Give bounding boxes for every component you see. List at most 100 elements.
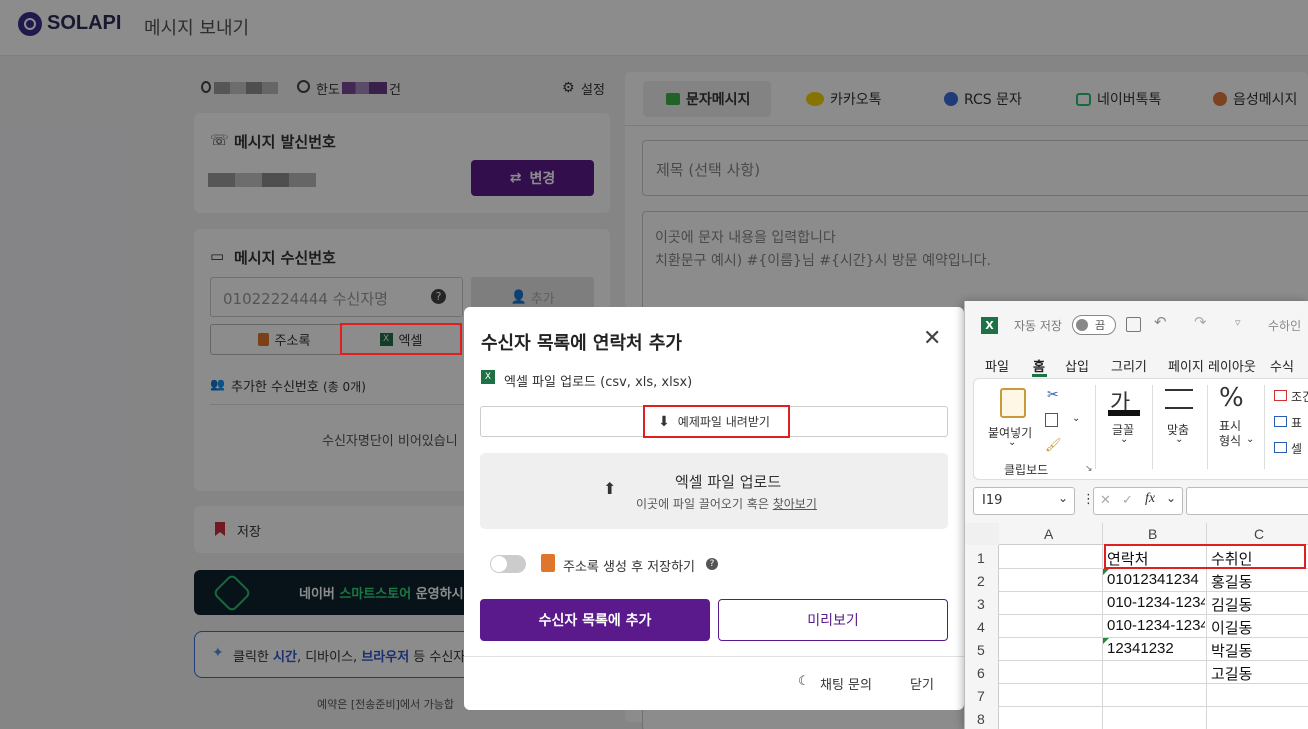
cell-b1[interactable]: 연락처 [1107,548,1203,569]
row-header-8[interactable]: 8 [977,711,985,727]
close-modal-link[interactable]: 닫기 [910,674,934,693]
clipboard-group-label: 클립보드 [1004,463,1049,477]
name-box-value: I19 [982,493,1003,508]
autosave-toggle[interactable]: 끔 [1072,315,1116,335]
undo-icon[interactable]: ↶ [1154,313,1167,331]
ribbon-tab-file[interactable]: 파일 [985,356,1009,375]
close-icon[interactable]: ✕ [923,328,941,350]
formula-buttons: ✕ ✓ fx ⌄ [1093,487,1183,515]
autosave-label: 자동 저장 [1014,319,1062,333]
paste-icon[interactable] [1000,388,1026,418]
excel-file-name: 수하인 [1268,319,1302,333]
moon-icon: ☾ [798,674,810,689]
ribbon-separator-3 [1207,385,1208,469]
cut-icon[interactable]: ✂ [1047,387,1059,403]
grid-line [999,706,1308,707]
ribbon-tab-draw[interactable]: 그리기 [1111,356,1147,375]
preview-button[interactable]: 미리보기 [718,599,948,641]
autosave-state: 끔 [1095,319,1106,332]
upload-hint-prefix: 이곳에 파일 끌어오기 혹은 [636,497,773,511]
format-painter-icon[interactable]: 🖌 [1045,438,1062,453]
spreadsheet-grid[interactable]: A B C 1 2 3 4 5 6 7 8 연락처 수취인 0101234123… [965,523,1308,729]
modal-subtitle: 엑셀 파일 업로드 (csv, xls, xlsx) [504,375,693,390]
select-all-corner[interactable] [965,523,999,545]
conditional-format-label[interactable]: 조건 [1291,388,1308,405]
paste-chevron-icon[interactable]: ⌄ [1008,437,1016,448]
row-header-1[interactable]: 1 [977,550,985,566]
font-chevron-icon[interactable]: ⌄ [1120,434,1128,445]
row-header-5[interactable]: 5 [977,642,985,658]
browse-link[interactable]: 찾아보기 [773,497,817,511]
upload-hint: 이곳에 파일 끌어오기 혹은 찾아보기 [636,495,817,512]
cell-b4[interactable]: 010-1234-1234 [1107,617,1205,634]
cell-styles-icon[interactable] [1274,442,1287,453]
file-drop-zone[interactable]: ⬆ 엑셀 파일 업로드 이곳에 파일 끌어오기 혹은 찾아보기 [480,453,948,529]
save-icon[interactable] [1126,317,1141,332]
column-header-b[interactable]: B [1148,526,1157,542]
toggle-help-icon[interactable]: ? [706,558,718,570]
ribbon-tab-formulas[interactable]: 수식 [1270,356,1294,375]
cell-c5[interactable]: 박길동 [1211,640,1307,661]
row-header-3[interactable]: 3 [977,596,985,612]
row-header-2[interactable]: 2 [977,573,985,589]
column-header-a[interactable]: A [1044,526,1053,542]
name-box-chevron-icon[interactable]: ⌄ [1058,491,1068,505]
cell-c6[interactable]: 고길동 [1211,663,1307,684]
align-icon[interactable] [1165,389,1193,409]
cell-b2[interactable]: 01012341234 [1107,571,1205,588]
conditional-format-icon[interactable] [1274,390,1287,401]
cell-b5[interactable]: 12341232 [1107,640,1205,657]
fx-chevron-icon[interactable]: ⌄ [1166,491,1176,505]
enter-icon[interactable]: ✓ [1122,493,1133,508]
address-book-toggle[interactable] [490,555,526,573]
cell-b3[interactable]: 010-1234-1234 [1107,594,1205,611]
ribbon-tab-home[interactable]: 홈 [1033,356,1045,375]
align-chevron-icon[interactable]: ⌄ [1175,434,1183,445]
cell-c1[interactable]: 수취인 [1211,548,1307,569]
excel-file-icon: X [481,370,495,384]
number-chevron-icon[interactable]: ⌄ [1246,434,1254,445]
insert-function-icon[interactable]: fx [1145,491,1155,507]
qat-menu-icon[interactable]: ▿ [1235,316,1241,329]
add-to-list-button[interactable]: 수신자 목록에 추가 [480,599,710,641]
footer-divider [464,656,964,657]
cell-c4[interactable]: 이길동 [1211,617,1307,638]
dialog-launcher-icon[interactable]: ↘ [1085,464,1093,474]
cell-c3[interactable]: 김길동 [1211,594,1307,615]
cancel-icon[interactable]: ✕ [1100,493,1111,508]
percent-icon[interactable]: % [1219,383,1244,413]
formula-input[interactable] [1186,487,1308,515]
row-header-7[interactable]: 7 [977,688,985,704]
format-table-label[interactable]: 표 [1291,414,1302,431]
copy-chevron-icon[interactable]: ⌄ [1072,413,1080,424]
number-label-1: 표시 [1219,419,1242,433]
modal-title: 수신자 목록에 연락처 추가 [481,333,682,354]
redo-icon[interactable]: ↷ [1194,313,1207,331]
upload-icon: ⬆ [603,479,617,498]
format-table-icon[interactable] [1274,416,1287,427]
ribbon-tab-page-layout[interactable]: 페이지 레이아웃 [1168,356,1256,375]
chat-inquiry-link[interactable]: 채팅 문의 [820,674,872,693]
ribbon-tab-insert[interactable]: 삽입 [1065,356,1089,375]
copy-icon[interactable] [1045,413,1058,427]
error-indicator[interactable] [1103,638,1109,644]
column-header-c[interactable]: C [1254,526,1264,542]
home-tab-underline [1032,374,1047,377]
ribbon-body: 붙여넣기 ⌄ ✂ ⌄ 🖌 가 글꼴 ⌄ 맞춤 ⌄ % 표시 형식 ⌄ 조건 표 … [973,378,1308,480]
grid-line [1102,523,1103,729]
cell-c2[interactable]: 홍길동 [1211,571,1307,592]
ribbon-separator-2 [1152,385,1153,469]
number-format-label[interactable]: 표시 형식 [1219,419,1241,449]
ribbon-separator-4 [1264,385,1265,469]
download-icon: ⬇ [658,413,670,430]
row-header-4[interactable]: 4 [977,619,985,635]
row-header-6[interactable]: 6 [977,665,985,681]
name-box[interactable]: I19 ⌄ [973,487,1075,515]
cell-styles-label[interactable]: 셀 [1291,440,1302,457]
font-color-bar [1108,410,1140,416]
download-sample-button[interactable]: ⬇ 예제파일 내려받기 [480,406,948,437]
address-book-toggle-icon [541,554,555,572]
ribbon-separator [1095,385,1096,469]
error-indicator[interactable] [1103,569,1109,575]
upload-title: 엑셀 파일 업로드 [675,473,782,491]
